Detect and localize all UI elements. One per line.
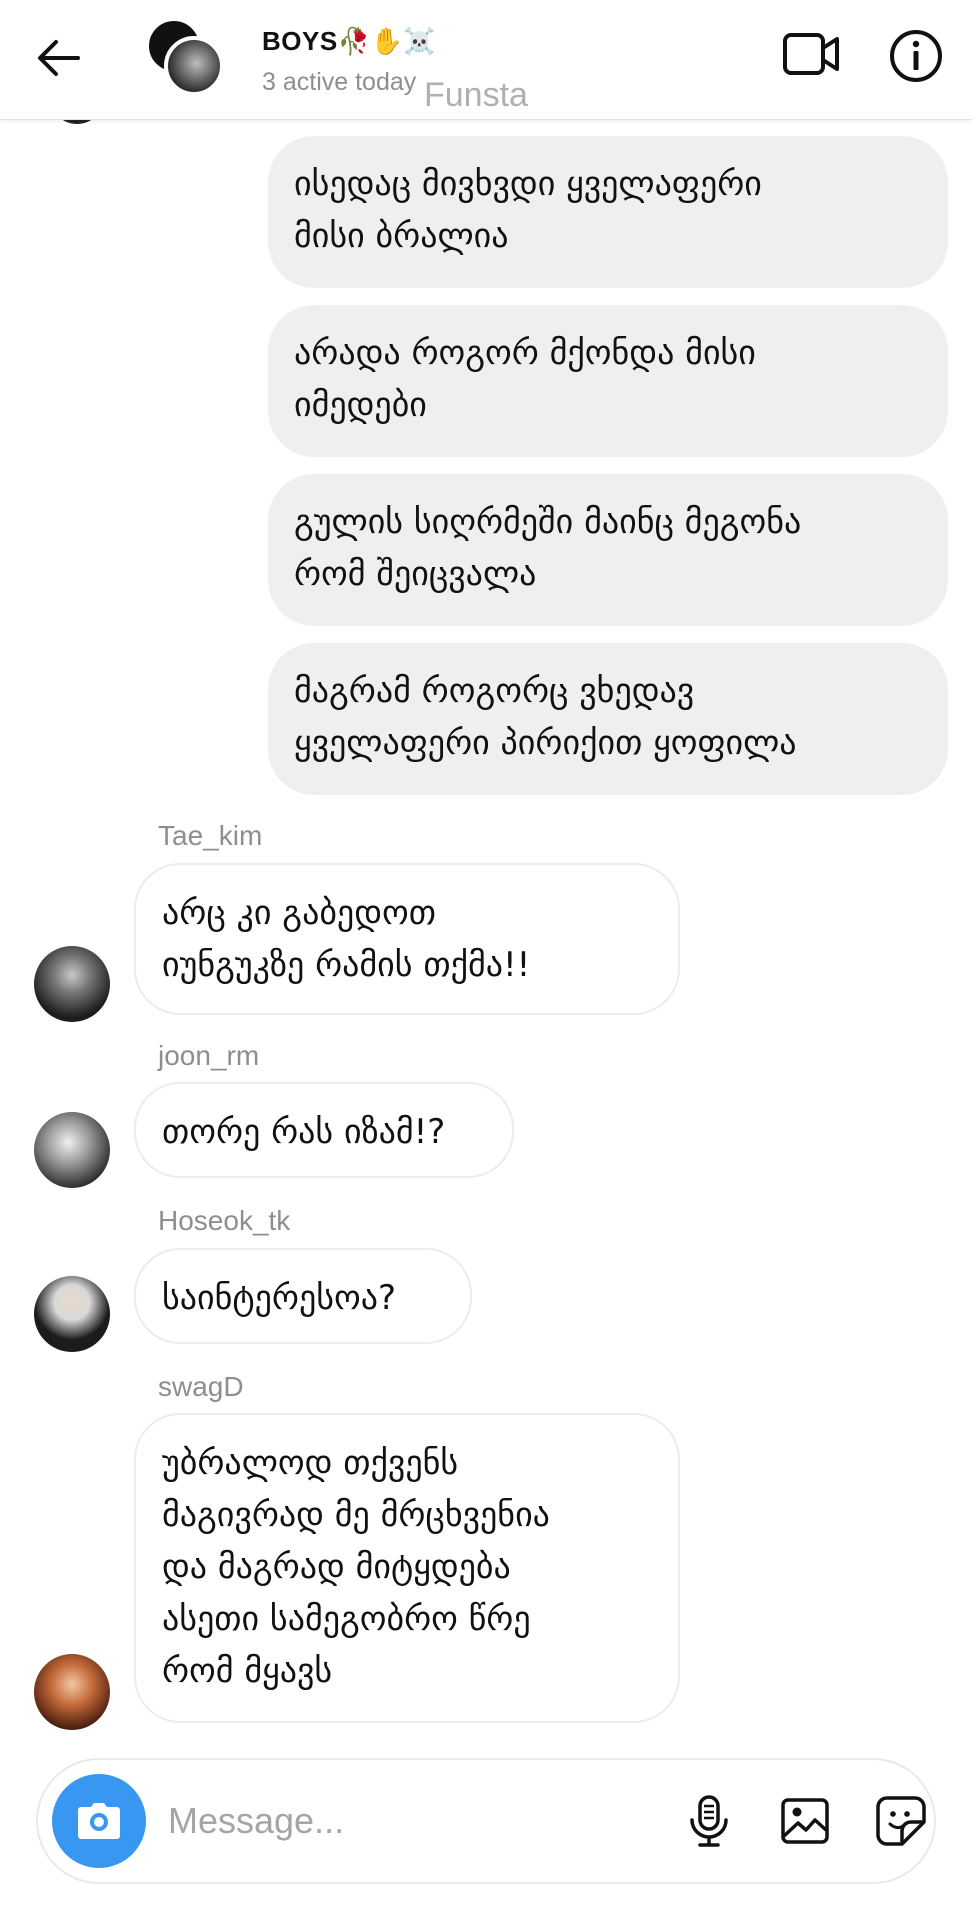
arrow-left-icon (38, 40, 80, 76)
info-button[interactable] (886, 26, 946, 86)
message-bubble-incoming[interactable]: უბრალოდ თქვენს მაგივრად მე მრცხვენია და … (134, 1413, 680, 1723)
camera-icon (78, 1803, 120, 1839)
group-avatar-front (164, 36, 224, 96)
group-title[interactable]: BOYS🥀✋☠️ (262, 26, 436, 57)
video-call-icon (783, 33, 839, 75)
sender-name: swagD (158, 1371, 244, 1402)
back-button[interactable] (30, 30, 86, 86)
message-bubble-incoming[interactable]: არც კი გაბედოთ იუნგუკზე რამის თქმა!! (134, 863, 680, 1015)
image-gallery-icon (781, 1798, 829, 1844)
chat-screen: BOYS🥀✋☠️ 3 active today Funsta ისედაც მი… (0, 0, 972, 1920)
sender-name: Hoseok_tk (158, 1205, 291, 1236)
user-avatar[interactable] (34, 1654, 110, 1730)
message-bubble-outgoing[interactable]: ისედაც მივხვდი ყველაფერი მისი ბრალია (268, 136, 948, 288)
group-avatar[interactable] (146, 18, 226, 98)
message-bubble-outgoing[interactable]: გულის სიღრმეში მაინც მეგონა რომ შეიცვალა (268, 474, 948, 626)
sender-name: Tae_kim (158, 820, 263, 851)
microphone-icon (690, 1795, 728, 1847)
message-composer (36, 1758, 936, 1884)
camera-button[interactable] (52, 1774, 146, 1868)
user-avatar[interactable] (34, 1276, 110, 1352)
user-avatar[interactable] (34, 946, 110, 1022)
active-status: 3 active today (262, 68, 417, 96)
chat-header: BOYS🥀✋☠️ 3 active today Funsta (0, 0, 972, 120)
message-input[interactable] (168, 1790, 648, 1852)
microphone-button[interactable] (678, 1790, 740, 1852)
sender-name: joon_rm (158, 1040, 260, 1071)
message-bubble-outgoing[interactable]: არადა როგორ მქონდა მისი იმედები (268, 305, 948, 457)
video-call-button[interactable] (780, 26, 842, 82)
gallery-button[interactable] (774, 1790, 836, 1852)
message-bubble-outgoing[interactable]: მაგრამ როგორც ვხედავ ყველაფერი პირიქით ყ… (268, 643, 948, 795)
sticker-icon (876, 1796, 926, 1846)
watermark: Funsta (424, 76, 528, 114)
sticker-button[interactable] (870, 1790, 932, 1852)
info-icon (890, 30, 942, 82)
message-bubble-incoming[interactable]: საინტერესოა? (134, 1248, 472, 1344)
user-avatar[interactable] (34, 1112, 110, 1188)
message-bubble-incoming[interactable]: თორე რას იზამ!? (134, 1082, 514, 1178)
